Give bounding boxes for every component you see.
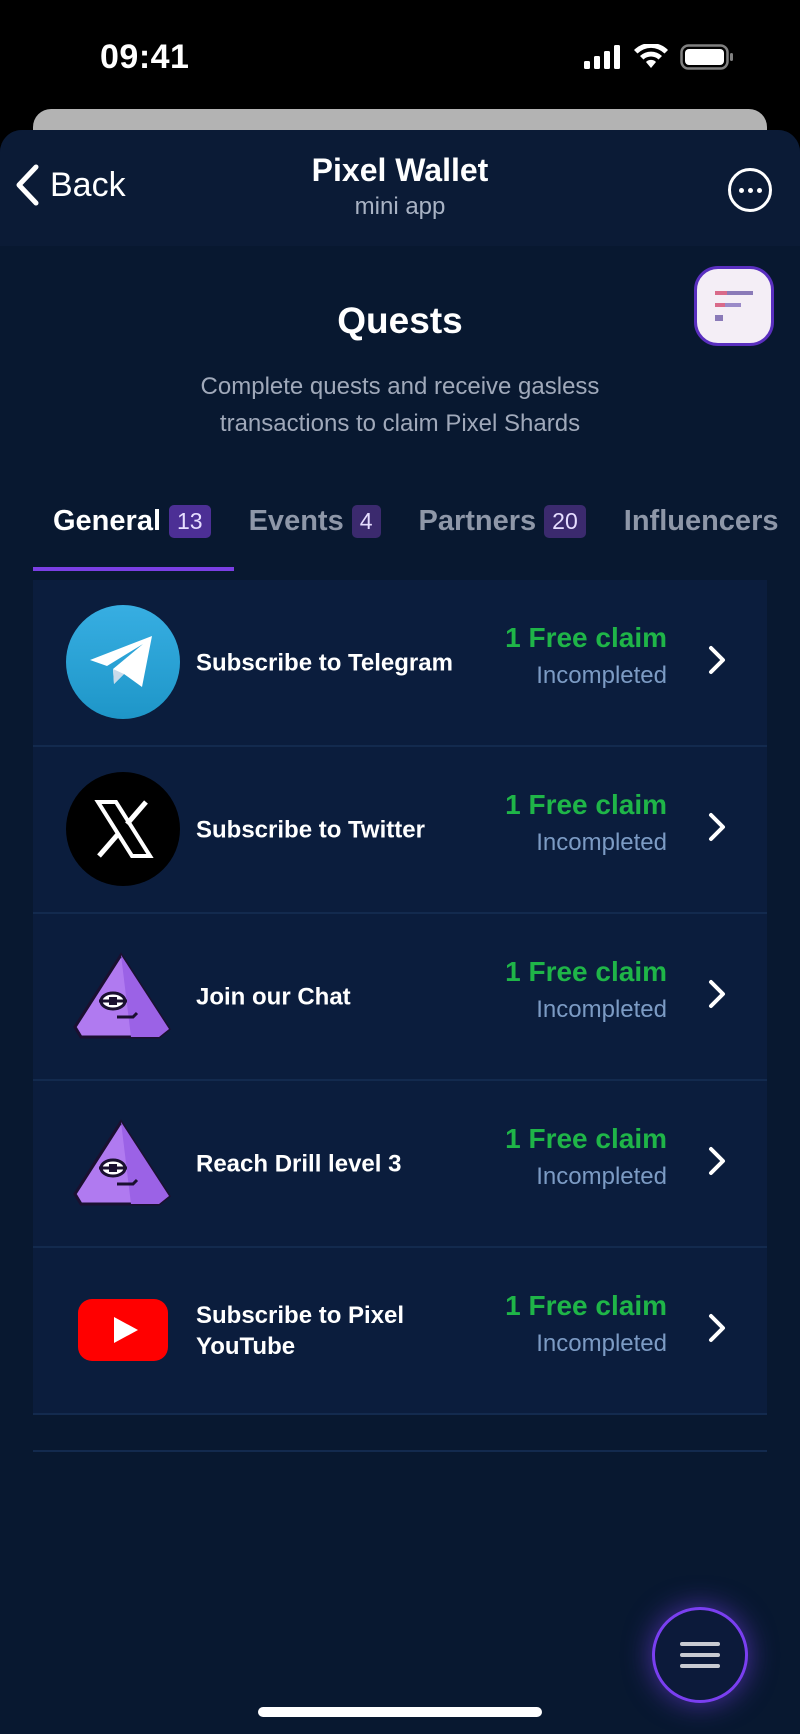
quest-row[interactable]: Subscribe to Telegram 1 Free claim Incom… <box>33 580 767 747</box>
mini-app-panel: Back Pixel Wallet mini app Quests Comple… <box>0 130 800 1734</box>
tab-label: Influencers <box>623 504 779 537</box>
tab-influencers[interactable]: Influencers <box>624 496 779 546</box>
telegram-icon <box>66 605 180 719</box>
more-options-button[interactable] <box>728 168 772 212</box>
more-dot-icon <box>738 187 744 193</box>
menu-button[interactable] <box>652 1607 748 1703</box>
quest-reward: 1 Free claim <box>505 789 667 820</box>
tab-label: Partners <box>418 504 537 537</box>
chevron-right-icon <box>709 646 725 674</box>
header-title-group: Pixel Wallet mini app <box>0 152 800 221</box>
tab-count-badge: 13 <box>169 504 211 538</box>
status-time: 09:41 <box>100 38 190 76</box>
app-header: Back Pixel Wallet mini app <box>0 130 800 246</box>
quest-reward-info: 1 Free claim Incompleted <box>505 1123 667 1191</box>
tab-count-badge: 20 <box>544 504 586 538</box>
tab-label: Events <box>248 504 344 537</box>
tab-events[interactable]: Events 4 <box>249 496 381 546</box>
quest-status: Incompleted <box>536 1330 667 1357</box>
quest-title: Subscribe to Telegram <box>196 649 453 676</box>
pixel-mascot-icon <box>66 1106 180 1220</box>
quest-row[interactable]: Join our Chat 1 Free claim Incompleted <box>33 914 767 1081</box>
quest-tabs: General 13 Events 4 Partners 20 Influenc… <box>53 496 800 546</box>
quest-row[interactable]: Subscribe to Pixel YouTube 1 Free claim … <box>33 1248 767 1415</box>
quest-title: Subscribe to Twitter <box>196 816 425 843</box>
quest-reward-info: 1 Free claim Incompleted <box>505 789 667 857</box>
quest-row[interactable]: Subscribe to Twitter 1 Free claim Incomp… <box>33 747 767 914</box>
page-description: Complete quests and receive gasless tran… <box>200 373 600 437</box>
youtube-icon <box>66 1273 180 1387</box>
page-title: Quests <box>337 300 463 341</box>
tab-count-badge: 4 <box>351 504 381 538</box>
quest-reward-info: 1 Free claim Incompleted <box>505 956 667 1024</box>
status-icons <box>584 44 734 70</box>
chevron-right-icon <box>709 1147 725 1175</box>
quest-reward-info: 1 Free claim Incompleted <box>505 622 667 690</box>
quest-reward: 1 Free claim <box>505 956 667 987</box>
quest-list: Subscribe to Telegram 1 Free claim Incom… <box>33 580 767 1415</box>
more-dot-icon <box>756 187 762 193</box>
chevron-right-icon <box>709 1314 725 1342</box>
tab-label: General <box>53 504 161 537</box>
quests-content: Quests Complete quests and receive gasle… <box>0 246 800 1734</box>
x-twitter-icon <box>66 772 180 886</box>
quest-title: Subscribe to Pixel YouTube <box>196 1301 405 1360</box>
quest-reward-info: 1 Free claim Incompleted <box>505 1290 667 1358</box>
more-dot-icon <box>747 187 753 193</box>
hamburger-line-icon <box>680 1653 720 1657</box>
app-subtitle: mini app <box>354 193 446 220</box>
quest-title: Reach Drill level 3 <box>196 1150 402 1177</box>
quest-status: Incompleted <box>536 996 667 1023</box>
quest-reward: 1 Free claim <box>505 622 667 653</box>
quest-reward: 1 Free claim <box>505 1123 667 1154</box>
quest-title: Join our Chat <box>196 983 351 1010</box>
quest-status: Incompleted <box>536 662 667 689</box>
chevron-right-icon <box>709 980 725 1008</box>
battery-icon <box>680 44 733 70</box>
status-bar: 09:41 <box>0 0 800 110</box>
active-tab-indicator <box>33 567 234 571</box>
pixel-mascot-icon <box>66 939 180 1053</box>
bottom-divider <box>33 1450 767 1452</box>
quest-status: Incompleted <box>536 1163 667 1190</box>
wifi-icon <box>634 44 668 68</box>
hamburger-line-icon <box>680 1664 720 1668</box>
chevron-right-icon <box>709 813 725 841</box>
quest-reward: 1 Free claim <box>505 1290 667 1321</box>
tab-partners[interactable]: Partners 20 <box>419 496 586 546</box>
app-title: Pixel Wallet <box>311 152 489 188</box>
quest-status: Incompleted <box>536 829 667 856</box>
home-indicator[interactable] <box>258 1707 542 1717</box>
quest-row[interactable]: Reach Drill level 3 1 Free claim Incompl… <box>33 1081 767 1248</box>
tab-general[interactable]: General 13 <box>53 496 211 546</box>
signal-icon <box>584 45 620 69</box>
hamburger-line-icon <box>680 1642 720 1646</box>
